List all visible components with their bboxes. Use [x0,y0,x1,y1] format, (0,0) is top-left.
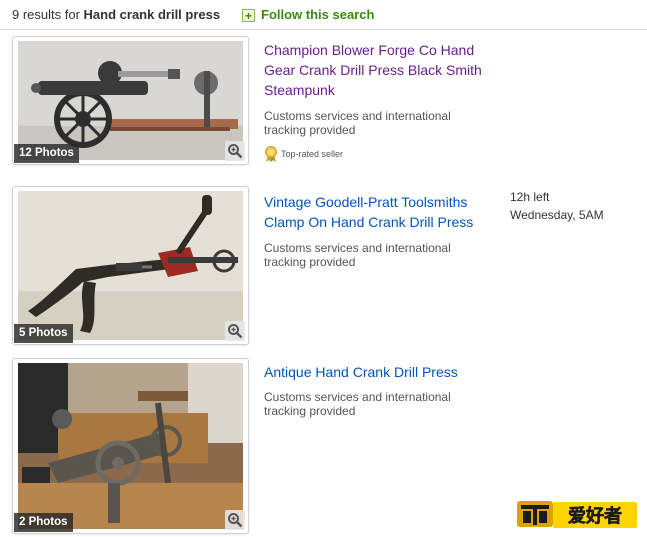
listing-photo [18,41,243,160]
customs-note: Customs services and international track… [264,109,451,137]
listing-title-link[interactable]: Vintage Goodell-Pratt Toolsmiths Clamp O… [264,192,499,232]
search-query: Hand crank drill press [83,7,221,22]
listing-thumbnail[interactable]: 5 Photos [12,186,249,345]
listing-title-link[interactable]: Champion Blower Forge Co Hand Gear Crank… [264,40,499,100]
watermark-logo: 爱好者 [515,497,639,531]
listing-thumbnail[interactable]: 12 Photos [12,36,249,165]
zoom-icon[interactable] [225,321,245,341]
zoom-icon[interactable] [225,141,245,161]
time-left: 12h left [510,190,550,204]
end-time: Wednesday, 5AM [510,208,604,222]
photo-count-badge: 12 Photos [14,144,79,163]
listing-item: 5 Photos Vintage Goodell-Pratt Toolsmith… [12,186,642,345]
customs-note: Customs services and international track… [264,390,451,418]
listing-photo [18,191,243,340]
top-rated-badge: Top-rated seller [264,146,343,162]
plus-icon: + [242,8,255,22]
customs-note: Customs services and international track… [264,241,451,269]
results-count: 9 results for [12,7,80,22]
photo-count-badge: 2 Photos [14,513,73,532]
header-divider [0,29,647,30]
follow-search-label: Follow this search [261,7,375,22]
zoom-icon[interactable] [225,510,245,530]
medal-icon [265,146,277,162]
results-header: 9 results for Hand crank drill press + F… [12,6,647,28]
listing-title-link[interactable]: Antique Hand Crank Drill Press [264,362,499,382]
listing-thumbnail[interactable]: 2 Photos [12,358,249,534]
listing-item: 12 Photos Champion Blower Forge Co Hand … [12,36,642,166]
follow-search-button[interactable]: + Follow this search [242,6,374,24]
photo-count-badge: 5 Photos [14,324,73,343]
watermark-text: 爱好者 [568,505,622,527]
listing-photo [18,363,243,529]
top-rated-label: Top-rated seller [281,149,344,159]
